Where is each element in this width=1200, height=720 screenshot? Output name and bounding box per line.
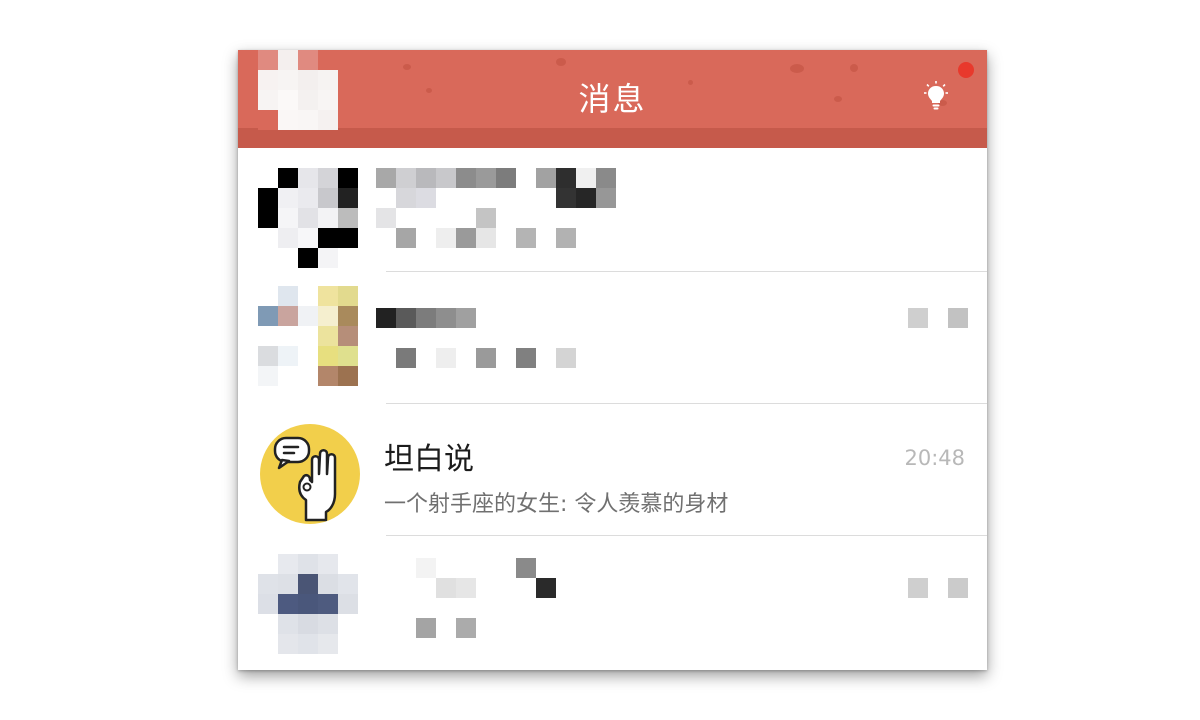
conversation-item-tanbaishuo[interactable]: 坦白说 一个射手座的女生: 令人羡慕的身材 20:48 <box>238 404 987 536</box>
lightbulb-icon[interactable] <box>920 80 952 112</box>
blurred-name <box>376 308 476 328</box>
conversation-item[interactable] <box>238 536 987 668</box>
messages-window: 消息 坦白说 一个射手座的女生: 令人羡慕的身材 20:48 <box>238 50 987 670</box>
conversation-time: 20:48 <box>904 446 965 470</box>
blurred-time <box>908 578 968 598</box>
blurred-name <box>376 168 616 188</box>
conversation-item[interactable] <box>238 272 987 404</box>
blurred-preview-2 <box>376 228 576 248</box>
conversation-list: 坦白说 一个射手座的女生: 令人羡慕的身材 20:48 <box>238 148 987 668</box>
blurred-preview <box>376 348 576 368</box>
page-title: 消息 <box>578 80 647 118</box>
notification-dot <box>958 62 974 78</box>
header-bar: 消息 <box>238 50 987 148</box>
conversation-item[interactable] <box>238 148 987 272</box>
blurred-name-2 <box>436 578 556 598</box>
blurred-preview <box>376 208 496 228</box>
conversation-preview: 一个射手座的女生: 令人羡慕的身材 <box>384 492 729 517</box>
blurred-name <box>416 558 536 578</box>
hand-speech-icon[interactable] <box>260 424 360 524</box>
conversation-avatar[interactable] <box>258 286 358 386</box>
blurred-time <box>908 308 968 328</box>
blurred-name-2 <box>376 188 616 208</box>
conversation-name: 坦白说 <box>384 442 474 477</box>
blurred-preview <box>416 618 476 638</box>
conversation-avatar[interactable] <box>258 168 358 268</box>
header-shadow <box>238 128 987 148</box>
conversation-avatar[interactable] <box>258 554 358 654</box>
